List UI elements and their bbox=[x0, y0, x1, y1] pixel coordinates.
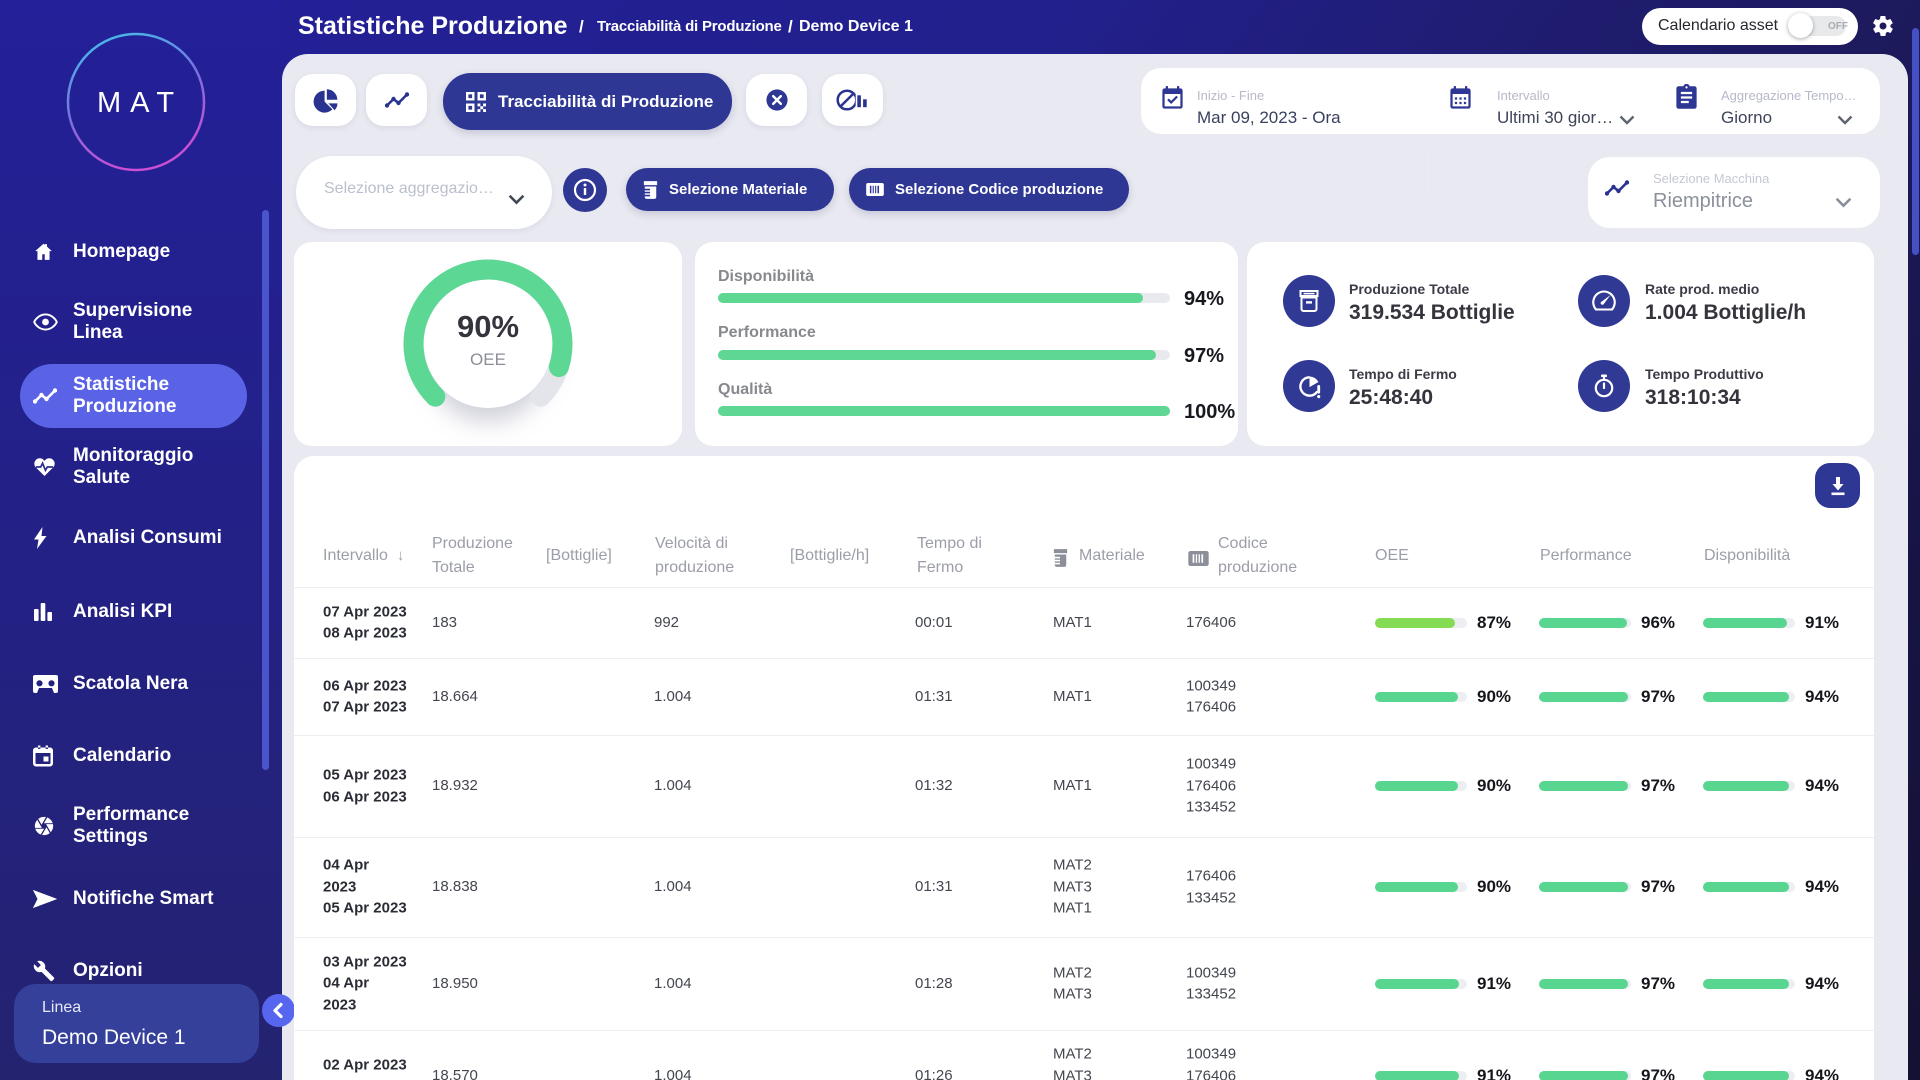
svg-text:MAT: MAT bbox=[97, 87, 183, 119]
